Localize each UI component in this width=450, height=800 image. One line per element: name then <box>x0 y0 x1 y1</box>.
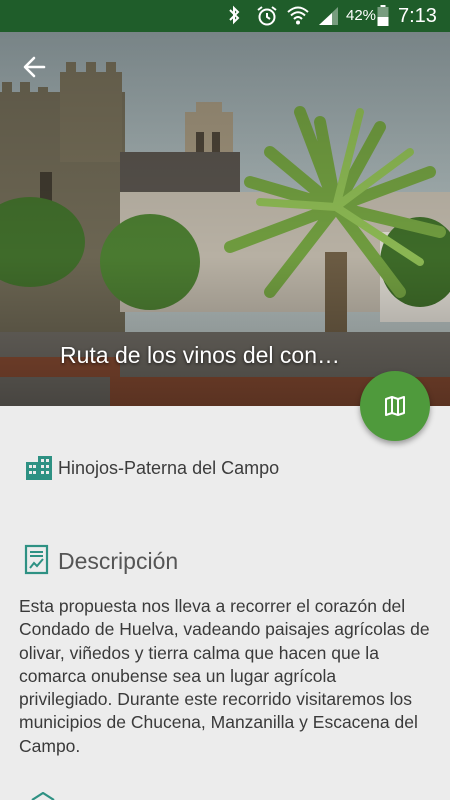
section-icon <box>31 792 55 800</box>
battery-percent: 42% <box>346 7 377 24</box>
city-buildings-icon <box>26 456 52 480</box>
page-title: Ruta de los vinos del con… <box>60 342 340 368</box>
battery-icon <box>377 5 389 26</box>
clock: 7:13 <box>398 5 437 27</box>
map-icon <box>385 396 405 416</box>
wifi-icon <box>287 6 309 25</box>
back-arrow-icon[interactable] <box>18 52 52 82</box>
status-bar: 42% 7:13 <box>0 0 450 32</box>
location-text: Hinojos-Paterna del Campo <box>58 458 280 478</box>
signal-icon <box>319 7 338 25</box>
alarm-icon <box>257 6 277 26</box>
header-image: Ruta de los vinos del con… <box>0 32 450 406</box>
bluetooth-icon <box>229 5 240 25</box>
description-title: Descripción <box>58 548 179 574</box>
map-button[interactable] <box>360 371 430 441</box>
document-chart-icon <box>24 544 49 575</box>
description-text: Esta propuesta nos lleva a recorrer el c… <box>19 596 430 756</box>
